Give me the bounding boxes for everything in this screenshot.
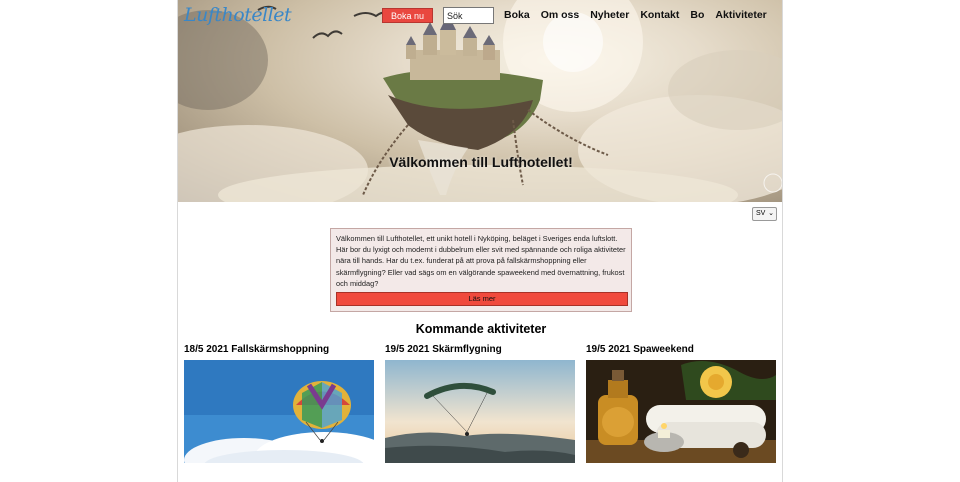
- nav-item-om-oss[interactable]: Om oss: [541, 9, 580, 21]
- page-container: Lufthotellet Boka nu Boka Om oss Nyheter…: [177, 0, 783, 482]
- intro-box: Välkommen till Lufthotellet, ett unikt h…: [330, 228, 632, 312]
- nav-item-kontakt[interactable]: Kontakt: [640, 9, 679, 21]
- activity-title: 18/5 2021 Fallskärmshoppning: [184, 344, 330, 355]
- book-now-button[interactable]: Boka nu: [382, 8, 433, 23]
- main-nav: Boka Om oss Nyheter Kontakt Bo Aktivitet…: [504, 9, 767, 21]
- activity-title: 19/5 2021 Spaweekend: [586, 344, 694, 355]
- nav-item-bo[interactable]: Bo: [690, 9, 704, 21]
- language-selected-value: SV: [756, 210, 766, 217]
- site-logo[interactable]: Lufthotellet: [184, 4, 292, 26]
- chevron-down-icon: ⌄: [768, 210, 774, 217]
- search-input[interactable]: [443, 7, 494, 24]
- nav-item-boka[interactable]: Boka: [504, 9, 530, 21]
- activity-card[interactable]: 19/5 2021 Spaweekend: [586, 344, 776, 463]
- skydiving-image[interactable]: [184, 360, 374, 463]
- spa-image[interactable]: [586, 360, 776, 463]
- activity-card[interactable]: 18/5 2021 Fallskärmshoppning: [184, 344, 374, 463]
- nav-item-nyheter[interactable]: Nyheter: [590, 9, 629, 21]
- language-select[interactable]: SV ⌄: [752, 207, 777, 221]
- read-more-button[interactable]: Läs mer: [336, 292, 628, 306]
- activities-heading: Kommande aktiviteter: [415, 322, 547, 336]
- intro-text: Välkommen till Lufthotellet, ett unikt h…: [336, 234, 626, 288]
- castle-scene-image: [178, 0, 782, 202]
- activity-card[interactable]: 19/5 2021 Skärmflygning: [385, 344, 575, 463]
- nav-item-aktiviteter[interactable]: Aktiviteter: [715, 9, 766, 21]
- hero-title: Välkommen till Lufthotellet!: [389, 154, 573, 170]
- activity-title: 19/5 2021 Skärmflygning: [385, 344, 502, 355]
- paragliding-image[interactable]: [385, 360, 575, 463]
- hero-banner: Lufthotellet Boka nu Boka Om oss Nyheter…: [178, 0, 782, 202]
